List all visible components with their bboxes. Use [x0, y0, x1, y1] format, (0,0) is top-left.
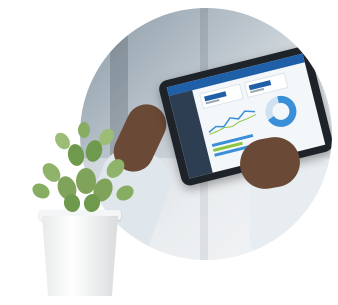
- plant-pot: [42, 216, 118, 296]
- dashboard-donut-chart: [265, 95, 297, 127]
- hero-illustration: [0, 0, 338, 305]
- dashboard-line-chart: [208, 110, 257, 135]
- stat-card: [199, 83, 244, 110]
- potted-plant: [20, 118, 137, 303]
